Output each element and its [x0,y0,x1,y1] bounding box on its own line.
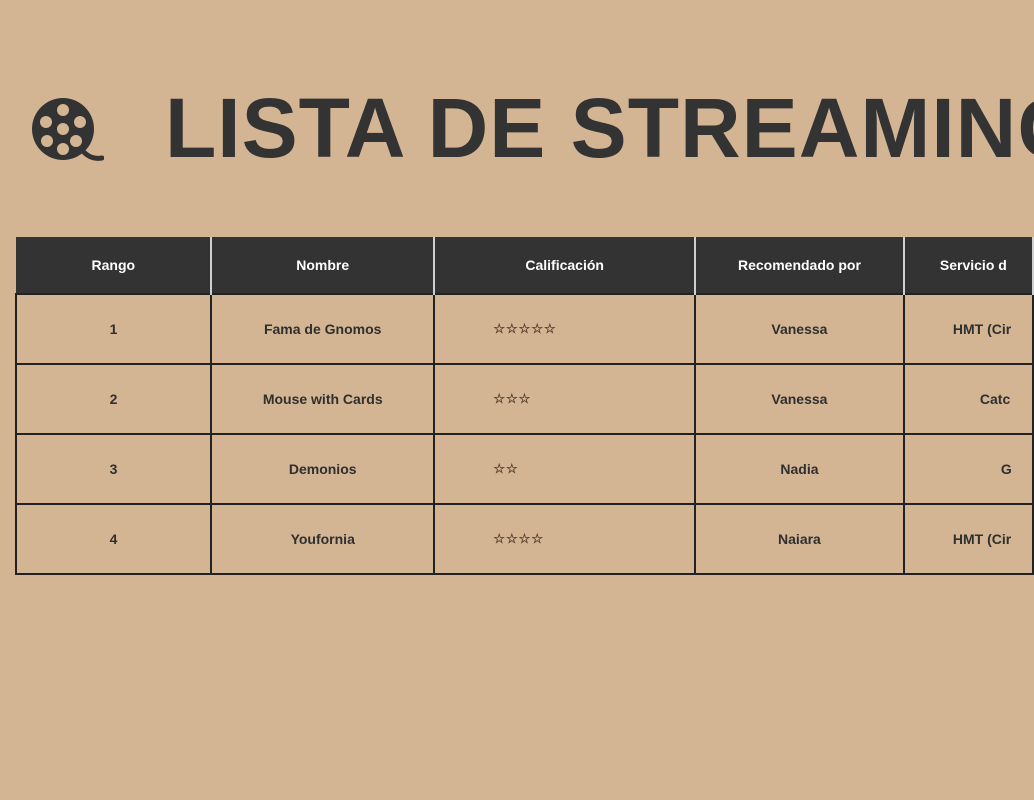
table-row: 4 Youfornia ☆☆☆☆ Naiara HMT (Cir [14,503,1034,575]
rank-cell[interactable]: 1 [14,293,213,365]
rank-cell[interactable]: 2 [14,363,213,435]
name-cell[interactable]: Mouse with Cards [210,363,436,435]
table-row: 1 Fama de Gnomos ☆☆☆☆☆ Vanessa HMT (Cir [14,293,1034,365]
recommended-by-cell[interactable]: Vanessa [694,363,905,435]
column-header-name[interactable]: Nombre [210,237,436,294]
service-cell[interactable]: Catc [902,363,1034,435]
table-row: 3 Demonios ☆☆ Nadia G [14,433,1034,505]
name-cell[interactable]: Demonios [210,433,436,505]
rating-stars[interactable]: ☆☆☆☆ [433,503,696,575]
rating-stars[interactable]: ☆☆☆ [433,363,696,435]
rating-stars[interactable]: ☆☆☆☆☆ [433,293,696,365]
rank-cell[interactable]: 4 [14,503,213,575]
service-cell[interactable]: G [902,433,1034,505]
column-header-rating[interactable]: Calificación [433,237,696,294]
rating-stars[interactable]: ☆☆ [433,433,696,505]
name-cell[interactable]: Fama de Gnomos [210,293,436,365]
table-header-row: Rango Nombre Calificación Recomendado po… [15,237,1034,294]
table-row: 2 Mouse with Cards ☆☆☆ Vanessa Catc [14,363,1034,435]
column-header-service[interactable]: Servicio d [902,237,1034,294]
name-cell[interactable]: Youfornia [210,503,436,575]
film-reel-search-icon [32,98,104,161]
service-cell[interactable]: HMT (Cir [902,503,1034,575]
column-header-recommended-by[interactable]: Recomendado por [694,237,905,294]
recommended-by-cell[interactable]: Nadia [694,433,905,505]
recommended-by-cell[interactable]: Vanessa [694,293,905,365]
recommended-by-cell[interactable]: Naiara [694,503,905,575]
page-title: LISTA DE STREAMING [165,81,1034,175]
column-header-rank[interactable]: Rango [15,237,213,294]
streaming-table: Rango Nombre Calificación Recomendado po… [14,237,1034,575]
service-cell[interactable]: HMT (Cir [902,293,1034,365]
rank-cell[interactable]: 3 [14,433,213,505]
